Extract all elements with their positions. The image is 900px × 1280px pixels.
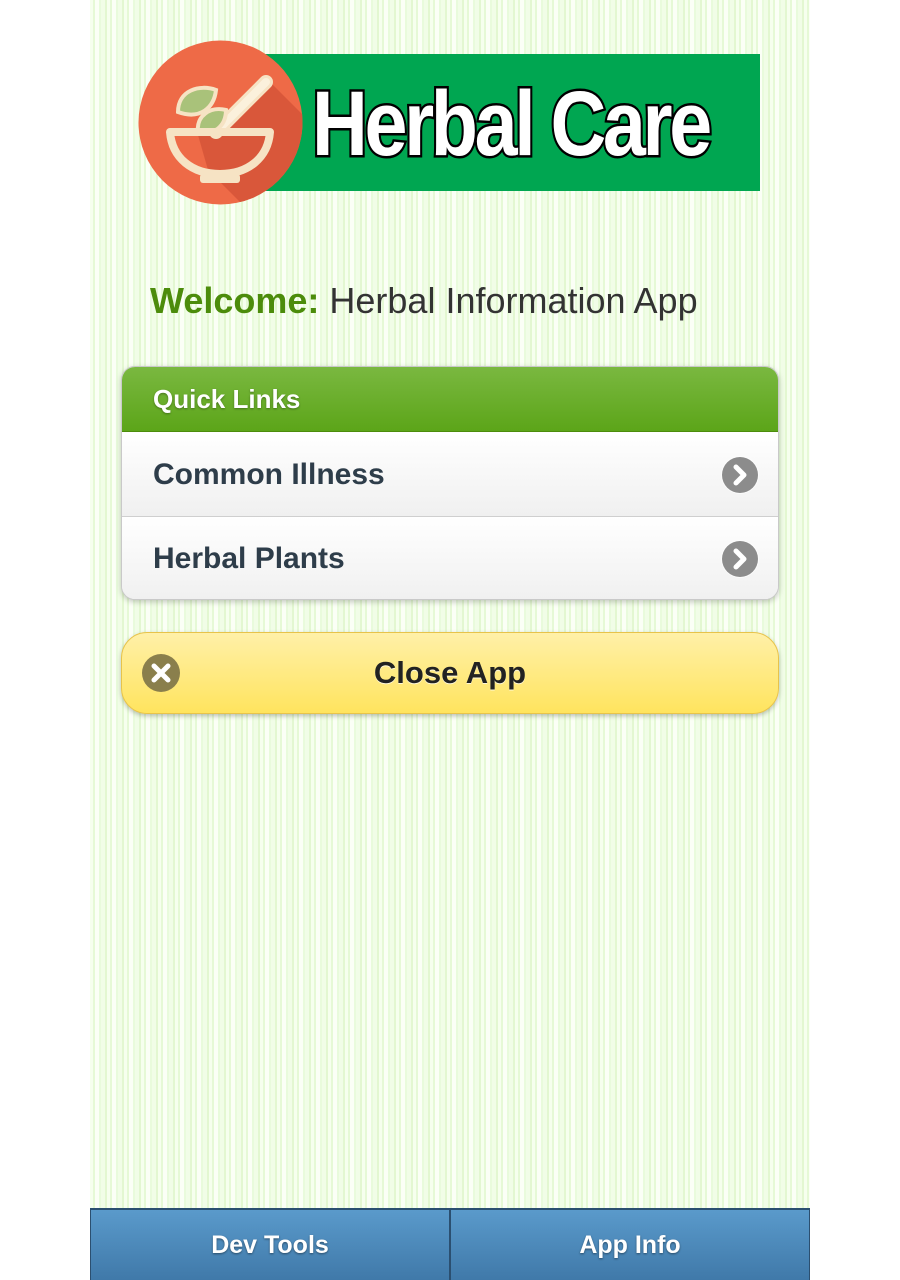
chevron-right-icon — [722, 457, 758, 493]
app-logo: Herbal Care — [138, 40, 762, 205]
dev-tools-button[interactable]: Dev Tools — [90, 1210, 450, 1280]
close-app-button[interactable]: Close App — [121, 632, 779, 714]
mortar-pestle-leaf-icon — [138, 40, 303, 205]
footer-navbar: Dev Tools App Info — [90, 1208, 810, 1280]
quick-link-label: Common Illness — [153, 458, 385, 491]
chevron-right-icon — [722, 541, 758, 577]
quick-link-label: Herbal Plants — [153, 542, 345, 575]
welcome-label: Welcome: — [150, 280, 320, 321]
welcome-text: Herbal Information App — [319, 280, 698, 321]
quick-links-panel: Quick Links Common Illness Herbal Plants — [121, 366, 779, 600]
close-app-label: Close App — [373, 655, 527, 690]
app-info-button[interactable]: App Info — [450, 1210, 810, 1280]
quick-link-herbal-plants[interactable]: Herbal Plants — [122, 516, 778, 599]
quick-link-common-illness[interactable]: Common Illness — [122, 432, 778, 516]
close-icon — [142, 654, 180, 692]
quick-links-header: Quick Links — [122, 367, 778, 432]
welcome-heading: Welcome: Herbal Information App — [150, 278, 698, 324]
logo-text: Herbal Care — [310, 71, 714, 178]
app-screen: Herbal Care Welcome: Herbal Information … — [90, 0, 810, 1280]
